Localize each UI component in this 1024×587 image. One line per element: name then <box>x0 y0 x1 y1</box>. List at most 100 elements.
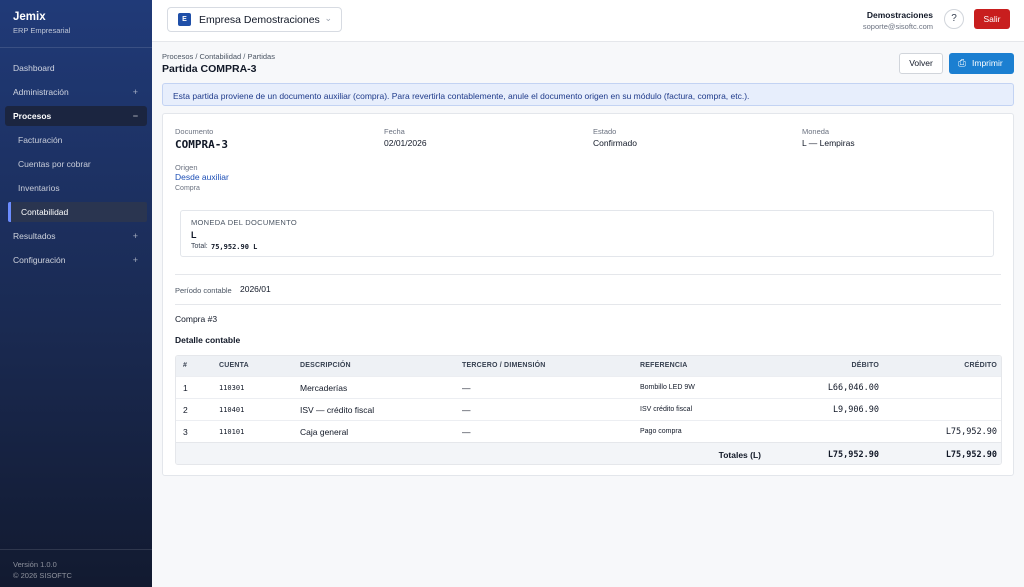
documento-value: COMPRA-3 <box>175 138 228 151</box>
currency-box: MONEDA DEL DOCUMENTO L Total: 75,952.90 … <box>180 210 994 257</box>
fecha-value: 02/01/2026 <box>384 138 427 148</box>
cell-num: 2 <box>183 405 188 415</box>
cell-referencia: Bombillo LED 9W <box>640 384 695 391</box>
origen-link[interactable]: Desde auxiliar <box>175 172 229 182</box>
column-header-referencia: REFERENCIA <box>640 362 688 369</box>
column-header-descripcion: DESCRIPCIÓN <box>300 362 351 369</box>
sidebar-item-label: Inventarios <box>18 183 60 193</box>
origen-sub: Compra <box>175 185 200 192</box>
collapse-icon: − <box>132 111 138 121</box>
entry-card: Documento COMPRA-3 Fecha 02/01/2026 Esta… <box>162 113 1014 476</box>
moneda-value: L — Lempiras <box>802 138 855 148</box>
sidebar-nav: Dashboard Administración + Procesos − Fact… <box>0 48 152 272</box>
chevron-down-icon: ⌄ <box>324 13 332 23</box>
cell-descripcion: Caja general <box>300 427 349 437</box>
sidebar-item-label: Administración <box>13 87 69 97</box>
company-badge: E <box>178 13 191 26</box>
table-row: 1 110301 Mercaderías — Bombillo LED 9W L… <box>176 376 1001 398</box>
detail-title: Detalle contable <box>175 335 241 345</box>
total-credito: L75,952.90 <box>945 450 997 460</box>
cell-credito: L75,952.90 <box>945 427 997 437</box>
company-name: Empresa Demostraciones <box>199 14 320 26</box>
sidebar-item-label: Cuentas por cobrar <box>18 159 91 169</box>
estado-label: Estado <box>593 127 617 136</box>
cell-tercero: — <box>462 383 471 393</box>
estado-value: Confirmado <box>593 138 637 148</box>
divider <box>175 274 1001 275</box>
breadcrumb: Procesos / Contabilidad / Partidas <box>162 52 275 61</box>
info-notice: Esta partida proviene de un documento au… <box>162 83 1014 106</box>
currency-symbol: L <box>191 230 197 240</box>
sidebar-footer: Versión 1.0.0 © 2026 SISOFTC <box>0 549 152 587</box>
sidebar-item-contabilidad[interactable]: Contabilidad <box>8 202 147 222</box>
currency-label: MONEDA DEL DOCUMENTO <box>191 218 298 227</box>
brand-name: Jemix <box>13 11 46 23</box>
sidebar-item-label: Procesos <box>13 111 52 121</box>
column-header-credito: CRÉDITO <box>964 362 997 369</box>
fecha-label: Fecha <box>384 127 405 136</box>
sidebar-item-label: Facturación <box>18 135 63 145</box>
column-header-debito: DÉBITO <box>851 362 879 369</box>
sidebar-item-configuracion[interactable]: Configuración + <box>0 248 152 272</box>
sidebar-item-label: Dashboard <box>13 63 55 73</box>
totals-label: Totales (L) <box>718 450 761 460</box>
version-text: Versión 1.0.0 <box>13 560 57 569</box>
print-button[interactable]: ⎙ Imprimir <box>949 53 1014 74</box>
sidebar-item-cuentas-por-cobrar[interactable]: Cuentas por cobrar <box>0 152 152 176</box>
sidebar-item-inventarios[interactable]: Inventarios <box>0 176 152 200</box>
currency-total-label: Total: <box>191 243 208 250</box>
divider <box>175 304 1001 305</box>
cell-descripcion: ISV — crédito fiscal <box>300 405 375 415</box>
sidebar-item-label: Resultados <box>13 231 56 241</box>
page-title: Partida COMPRA-3 <box>162 63 257 75</box>
moneda-label: Moneda <box>802 127 830 136</box>
documento-label: Documento <box>175 127 214 136</box>
help-icon: ? <box>951 13 957 24</box>
cell-num: 3 <box>183 427 188 437</box>
expand-icon: + <box>132 231 138 241</box>
printer-icon: ⎙ <box>958 58 966 69</box>
cell-cuenta: 110301 <box>219 384 245 392</box>
column-header-cuenta: CUENTA <box>219 362 249 369</box>
user-email: soporte@sisoftc.com <box>862 22 933 31</box>
brand: Jemix ERP Empresarial <box>0 0 152 48</box>
cell-tercero: — <box>462 405 471 415</box>
sidebar-item-administracion[interactable]: Administración + <box>0 80 152 104</box>
sidebar-item-dashboard[interactable]: Dashboard <box>0 56 152 80</box>
cell-referencia: Pago compra <box>640 428 682 435</box>
cell-cuenta: 110401 <box>219 406 245 414</box>
cell-num: 1 <box>183 383 188 393</box>
company-selector[interactable]: E Empresa Demostraciones ⌄ <box>167 7 342 32</box>
print-button-label: Imprimir <box>972 58 1003 68</box>
logout-button[interactable]: Salir <box>974 9 1010 29</box>
cell-referencia: ISV crédito fiscal <box>640 406 693 413</box>
table-row: 2 110401 ISV — crédito fiscal — ISV créd… <box>176 398 1001 420</box>
sidebar-item-resultados[interactable]: Resultados + <box>0 224 152 248</box>
column-header-tercero: TERCERO / DIMENSIÓN <box>462 362 546 369</box>
detail-table: # CUENTA DESCRIPCIÓN TERCERO / DIMENSIÓN… <box>175 355 1002 465</box>
origen-label: Origen <box>175 163 198 172</box>
help-button[interactable]: ? <box>944 9 964 29</box>
sidebar-item-label: Contabilidad <box>21 207 69 217</box>
expand-icon: + <box>132 255 138 265</box>
expand-icon: + <box>132 87 138 97</box>
sidebar-item-facturacion[interactable]: Facturación <box>0 128 152 152</box>
topbar: E Empresa Demostraciones ⌄ Demostracione… <box>152 0 1024 42</box>
cell-descripcion: Mercaderías <box>300 383 348 393</box>
table-header: # CUENTA DESCRIPCIÓN TERCERO / DIMENSIÓN… <box>176 356 1001 376</box>
table-totals-row: Totales (L) L75,952.90 L75,952.90 <box>176 442 1001 464</box>
copyright-text: © 2026 SISOFTC <box>13 571 72 580</box>
cell-cuenta: 110101 <box>219 428 245 436</box>
period-label: Período contable <box>175 286 232 295</box>
currency-total-value: 75,952.90 L <box>211 243 258 251</box>
main-content: Procesos / Contabilidad / Partidas Parti… <box>152 42 1024 587</box>
cell-debito: L9,906.90 <box>832 405 879 415</box>
back-button[interactable]: Volver <box>899 53 943 74</box>
brand-subtitle: ERP Empresarial <box>13 26 71 35</box>
table-row: 3 110101 Caja general — Pago compra L75,… <box>176 420 1001 442</box>
user-name: Demostraciones <box>866 10 933 20</box>
sidebar-item-procesos[interactable]: Procesos − <box>5 106 147 126</box>
total-debito: L75,952.90 <box>827 450 879 460</box>
sidebar-item-label: Configuración <box>13 255 66 265</box>
cell-tercero: — <box>462 427 471 437</box>
